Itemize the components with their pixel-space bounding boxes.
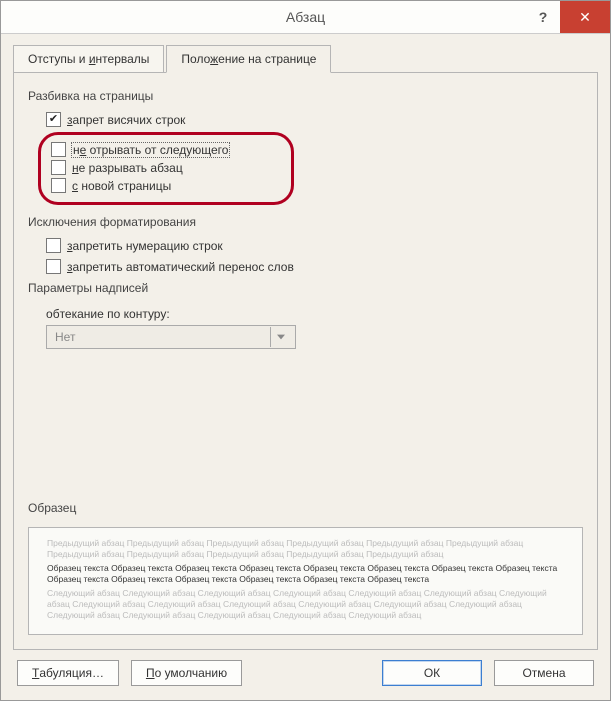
tab-indents[interactable]: Отступы и интервалы bbox=[13, 45, 164, 73]
checkbox-row-keep-lines: не разрывать абзац bbox=[51, 160, 283, 175]
chevron-down-icon bbox=[270, 327, 291, 347]
checkbox-page-break-before[interactable] bbox=[51, 178, 66, 193]
section-pagination-title: Разбивка на страницы bbox=[28, 89, 583, 103]
cancel-button[interactable]: Отмена bbox=[494, 660, 594, 686]
label-suppress-hyphenation: запретить автоматический перенос слов bbox=[67, 260, 294, 274]
client-area: Отступы и интервалы Положение на страниц… bbox=[1, 34, 610, 700]
checkbox-row-keep-next: не отрывать от следующего bbox=[51, 142, 283, 157]
dialog-button-row: Табуляция… По умолчанию ОК Отмена bbox=[13, 650, 598, 690]
set-default-button[interactable]: По умолчанию bbox=[131, 660, 242, 686]
dialog-window: Абзац ? ✕ Отступы и интервалы Положение … bbox=[0, 0, 611, 701]
checkbox-keep-with-next[interactable] bbox=[51, 142, 66, 157]
checkbox-row-widow: запрет висячих строк bbox=[46, 112, 583, 127]
dropdown-tight-wrap[interactable]: Нет bbox=[46, 325, 296, 349]
checkbox-suppress-line-numbers[interactable] bbox=[46, 238, 61, 253]
preview-box: Предыдущий абзац Предыдущий абзац Предыд… bbox=[28, 527, 583, 635]
checkbox-widow-control[interactable] bbox=[46, 112, 61, 127]
label-page-break-before: с новой страницы bbox=[72, 179, 171, 193]
label-widow-control: запрет висячих строк bbox=[67, 113, 185, 127]
ok-button[interactable]: ОК bbox=[382, 660, 482, 686]
label-suppress-line-numbers: запретить нумерацию строк bbox=[67, 239, 223, 253]
preview-next-paragraph: Следующий абзац Следующий абзац Следующи… bbox=[47, 588, 564, 621]
preview-previous-paragraph: Предыдущий абзац Предыдущий абзац Предыд… bbox=[47, 538, 564, 560]
help-button[interactable]: ? bbox=[526, 1, 560, 33]
checkbox-row-suppress-hyphenation: запретить автоматический перенос слов bbox=[46, 259, 583, 274]
section-preview-title: Образец bbox=[28, 501, 583, 515]
preview-sample-paragraph: Образец текста Образец текста Образец те… bbox=[47, 563, 564, 585]
tab-page-position[interactable]: Положение на странице bbox=[166, 45, 331, 73]
tab-strip: Отступы и интервалы Положение на страниц… bbox=[13, 44, 598, 72]
checkbox-suppress-hyphenation[interactable] bbox=[46, 259, 61, 274]
section-textbox-title: Параметры надписей bbox=[28, 281, 583, 295]
tab-panel-page-position: Разбивка на страницы запрет висячих стро… bbox=[13, 72, 598, 650]
label-tight-wrap: обтекание по контуру: bbox=[46, 307, 583, 321]
spacer bbox=[28, 349, 583, 497]
highlight-annotation: не отрывать от следующего не разрывать а… bbox=[38, 132, 294, 205]
checkbox-row-suppress-line-numbers: запретить нумерацию строк bbox=[46, 238, 583, 253]
title-bar: Абзац ? ✕ bbox=[1, 1, 610, 34]
close-button[interactable]: ✕ bbox=[560, 1, 610, 33]
tabs-button[interactable]: Табуляция… bbox=[17, 660, 119, 686]
system-buttons: ? ✕ bbox=[526, 1, 610, 33]
checkbox-keep-lines-together[interactable] bbox=[51, 160, 66, 175]
label-keep-with-next: не отрывать от следующего bbox=[72, 143, 229, 157]
window-title: Абзац bbox=[1, 9, 610, 25]
label-keep-lines-together: не разрывать абзац bbox=[72, 161, 183, 175]
dropdown-tight-wrap-value: Нет bbox=[55, 330, 75, 344]
checkbox-row-page-break: с новой страницы bbox=[51, 178, 283, 193]
section-exceptions-title: Исключения форматирования bbox=[28, 215, 583, 229]
